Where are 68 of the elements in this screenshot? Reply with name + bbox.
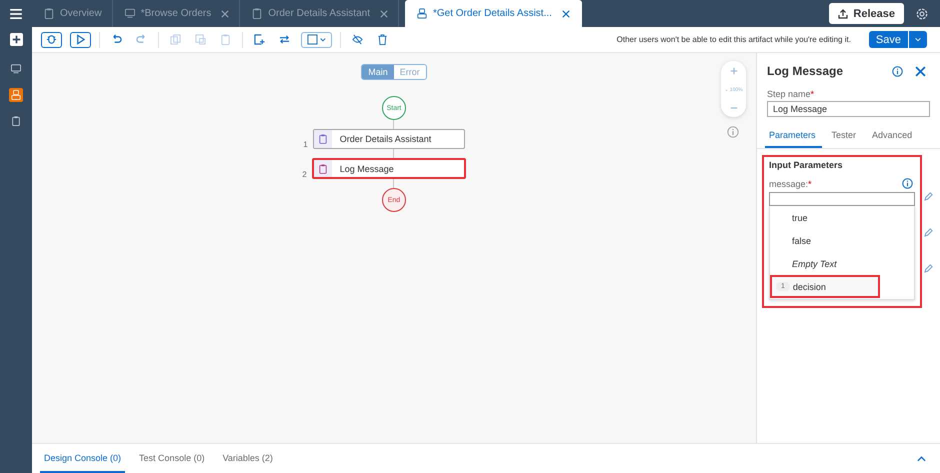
clipboard-icon bbox=[252, 8, 262, 19]
panel-tab[interactable]: Advanced bbox=[868, 130, 918, 148]
menu-icon[interactable] bbox=[10, 8, 22, 18]
info-icon[interactable] bbox=[902, 178, 913, 189]
clipboard-icon bbox=[44, 8, 54, 19]
tab-label: *Get Order Details Assist... bbox=[432, 8, 552, 19]
console-tab[interactable]: Variables (2) bbox=[218, 444, 277, 473]
message-field[interactable] bbox=[769, 192, 915, 206]
monitor-icon bbox=[124, 8, 135, 19]
clipboard-icon bbox=[11, 116, 21, 126]
hide-icon[interactable] bbox=[352, 34, 363, 45]
flow-step[interactable]: Order Details Assistant bbox=[312, 129, 465, 149]
add-frame-icon[interactable] bbox=[254, 34, 265, 45]
play-icon bbox=[75, 34, 86, 45]
undo-icon[interactable] bbox=[111, 34, 122, 45]
save-menu-button[interactable] bbox=[908, 31, 927, 48]
option-label: decision bbox=[792, 282, 826, 292]
swap-icon[interactable] bbox=[279, 34, 290, 45]
suggestion-option[interactable]: false bbox=[770, 229, 914, 252]
release-button[interactable]: Release bbox=[829, 3, 904, 24]
option-label: false bbox=[792, 236, 812, 246]
bug-icon bbox=[46, 34, 57, 45]
pencil-icon[interactable] bbox=[924, 228, 933, 237]
settings-icon[interactable] bbox=[916, 8, 928, 20]
save-button[interactable]: Save bbox=[868, 31, 908, 48]
run-button[interactable] bbox=[70, 32, 91, 48]
flow-switch-option[interactable]: Main bbox=[362, 65, 394, 79]
step-number: 2 bbox=[302, 170, 307, 179]
close-icon[interactable] bbox=[380, 10, 388, 18]
panel-tab[interactable]: Parameters bbox=[765, 130, 822, 148]
monitor-icon bbox=[11, 64, 21, 74]
field-label: Step name* bbox=[767, 89, 816, 99]
close-icon[interactable] bbox=[562, 10, 570, 18]
close-icon[interactable] bbox=[221, 10, 230, 18]
robot-icon bbox=[416, 8, 427, 19]
option-label: true bbox=[792, 212, 808, 222]
option-label: Empty Text bbox=[792, 258, 837, 268]
info-icon[interactable] bbox=[892, 66, 903, 76]
close-icon[interactable] bbox=[915, 66, 926, 76]
edit-lock-notice: Other users won't be able to edit this artifact while you're editing it. bbox=[616, 35, 851, 44]
add-icon[interactable] bbox=[10, 33, 22, 46]
pencil-icon[interactable] bbox=[924, 264, 933, 273]
field-label: message:* bbox=[769, 178, 812, 188]
step-name-field[interactable]: Log Message bbox=[767, 101, 930, 117]
debug-button[interactable] bbox=[41, 32, 62, 48]
selection-dropdown[interactable] bbox=[301, 32, 332, 48]
console-tab[interactable]: Design Console (0) bbox=[40, 444, 126, 473]
tab-label: Overview bbox=[60, 8, 102, 19]
step-number: 1 bbox=[303, 140, 308, 149]
flow-step[interactable]: Log Message bbox=[312, 158, 466, 179]
rail-item[interactable] bbox=[9, 88, 23, 102]
expand-icon[interactable] bbox=[917, 456, 926, 462]
panel-tab[interactable]: Tester bbox=[828, 130, 862, 148]
suggestion-option[interactable]: true bbox=[770, 206, 914, 229]
console-tab[interactable]: Test Console (0) bbox=[135, 444, 209, 473]
suggestion-option[interactable]: Empty Text bbox=[770, 252, 914, 275]
pencil-icon[interactable] bbox=[924, 192, 933, 201]
panel-title: Log Message bbox=[767, 64, 844, 78]
tab-label: Order Details Assistant bbox=[268, 8, 370, 19]
delete-icon[interactable] bbox=[377, 34, 388, 45]
robot-icon bbox=[11, 90, 21, 100]
rail-item[interactable] bbox=[9, 62, 23, 76]
editor-tab[interactable]: *Get Order Details Assist... bbox=[404, 0, 582, 27]
tab-label: *Browse Orders bbox=[140, 8, 212, 19]
section-title: Input Parameters bbox=[769, 160, 844, 170]
caret-icon bbox=[915, 37, 921, 42]
upload-icon bbox=[838, 8, 848, 18]
selection-icon bbox=[306, 34, 326, 45]
